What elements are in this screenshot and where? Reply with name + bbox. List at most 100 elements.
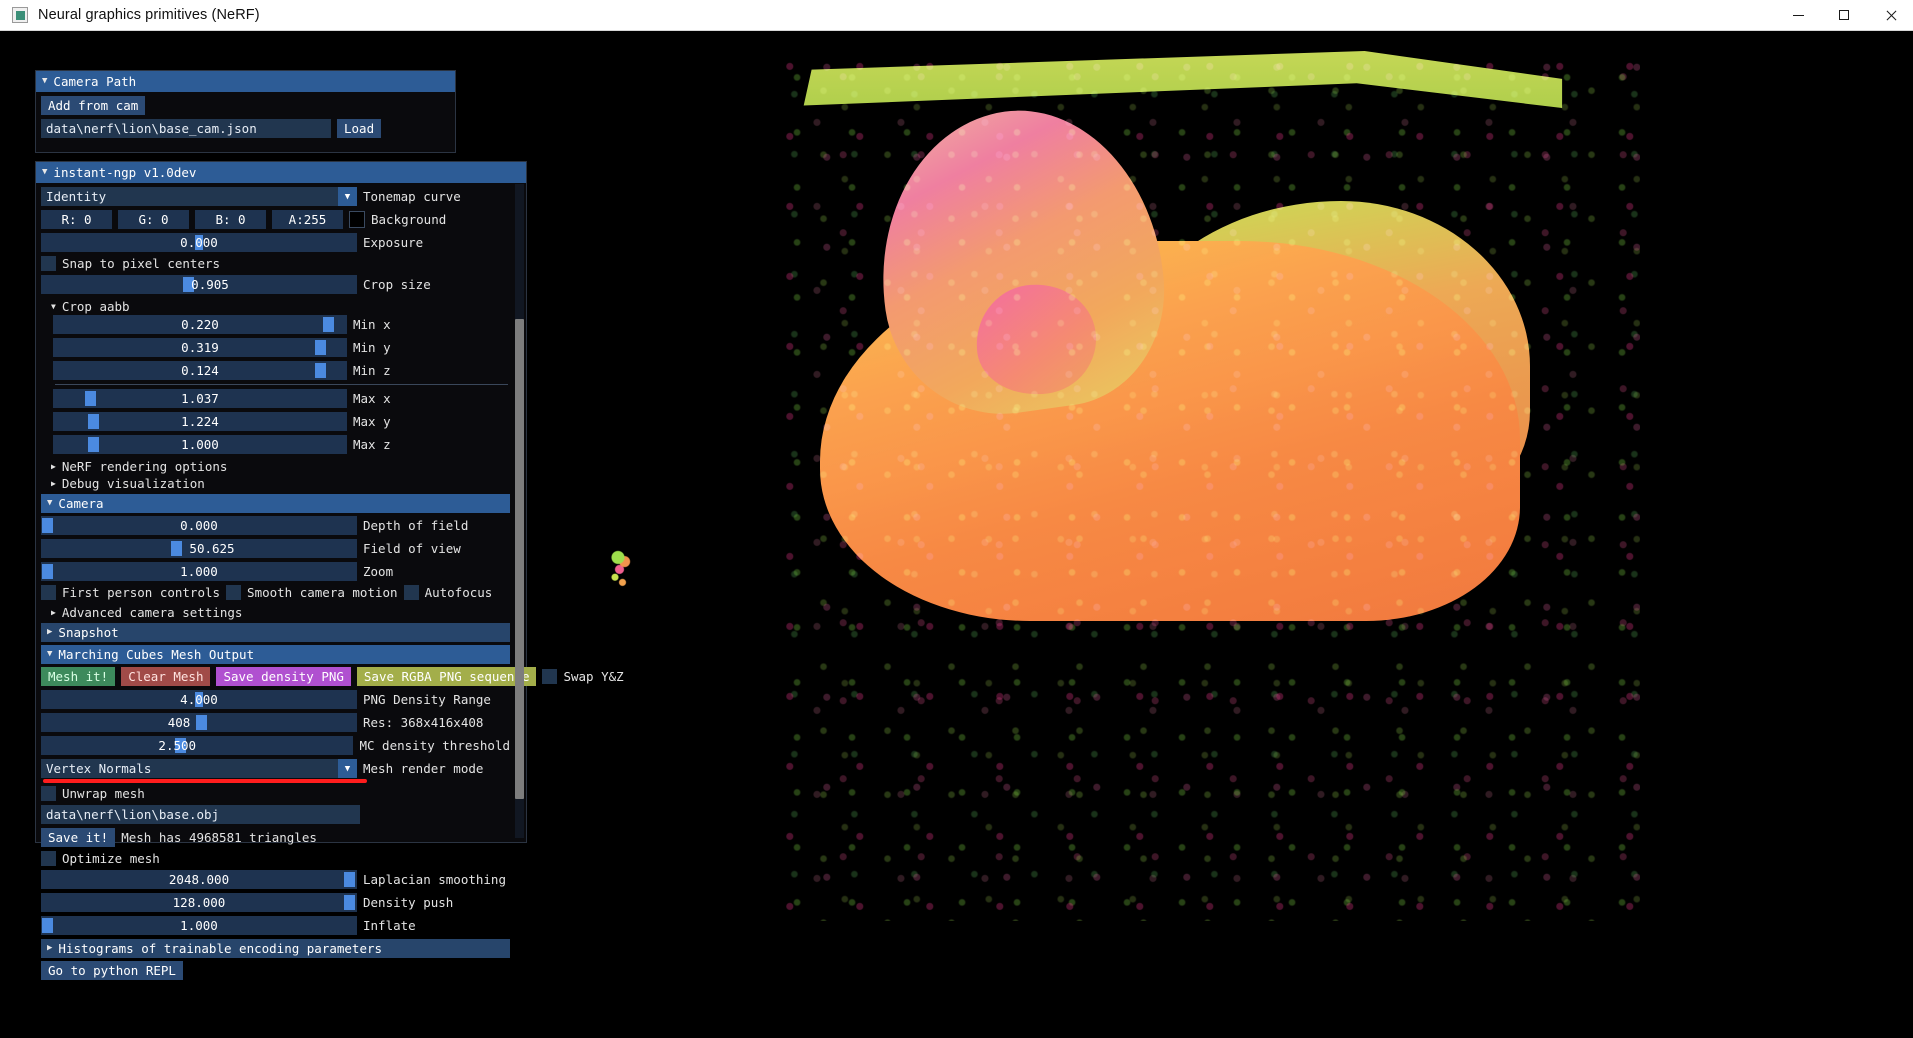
smooth-camera-motion-label: Smooth camera motion — [247, 585, 398, 600]
inflate-slider[interactable]: 1.000 — [41, 916, 357, 935]
snapshot-section-title: Snapshot — [58, 625, 119, 640]
first-person-controls-label: First person controls — [62, 585, 221, 600]
exposure-slider[interactable]: 0.000 — [41, 233, 357, 252]
chevron-down-icon[interactable]: ▼ — [338, 759, 357, 778]
camera-section-header[interactable]: ▼ Camera — [41, 494, 510, 513]
background-a-field[interactable]: A:255 — [272, 210, 343, 229]
optimize-mesh-row[interactable]: Optimize mesh — [41, 851, 510, 866]
go-to-python-repl-button[interactable]: Go to python REPL — [41, 961, 183, 980]
crop-aabb-min-z-slider[interactable]: 0.124 — [53, 361, 347, 380]
instant-ngp-panel[interactable]: ▼ instant-ngp v1.0dev Identity ▼ Tonemap… — [35, 161, 624, 980]
slider-grab[interactable] — [170, 541, 182, 556]
snap-to-pixel-centers-label: Snap to pixel centers — [62, 256, 221, 271]
crop-aabb-max-x-slider[interactable]: 1.037 — [53, 389, 347, 408]
mesh-preview-thumbnail — [606, 546, 636, 598]
background-color-swatch[interactable] — [349, 211, 365, 228]
panel-scrollbar[interactable] — [515, 184, 524, 838]
density-push-row: 128.000 Density push — [41, 893, 510, 912]
slider-grab[interactable] — [195, 715, 207, 730]
crop-aabb-max-z-slider[interactable]: 1.000 — [53, 435, 347, 454]
save-density-png-button[interactable]: Save density PNG — [216, 667, 351, 686]
camera-path-header[interactable]: ▼ Camera Path — [36, 71, 455, 92]
field-of-view-slider[interactable]: 50.625 — [41, 539, 357, 558]
background-row: R: 0 G: 0 B: 0 A:255 Background — [41, 210, 510, 229]
minimize-button[interactable] — [1775, 0, 1821, 31]
png-density-range-slider[interactable]: 4.000 — [41, 690, 357, 709]
instant-ngp-header[interactable]: ▼ instant-ngp v1.0dev — [36, 162, 526, 183]
optimize-mesh-checkbox[interactable] — [41, 851, 56, 866]
histograms-section-header[interactable]: ▶ Histograms of trainable encoding param… — [41, 939, 510, 958]
slider-grab[interactable] — [344, 872, 356, 887]
slider-grab[interactable] — [314, 340, 326, 355]
slider-grab[interactable] — [323, 317, 335, 332]
background-r-field[interactable]: R: 0 — [41, 210, 112, 229]
mesh-it-button[interactable]: Mesh it! — [41, 667, 116, 686]
add-from-cam-button[interactable]: Add from cam — [41, 96, 146, 115]
crop-size-slider[interactable]: 0.905 — [41, 275, 357, 294]
resolution-slider[interactable]: 408 — [41, 713, 357, 732]
close-button[interactable] — [1867, 0, 1913, 31]
zoom-slider[interactable]: 1.000 — [41, 562, 357, 581]
crop-aabb-tree[interactable]: ▼ Crop aabb — [41, 298, 510, 315]
slider-grab[interactable] — [42, 564, 53, 579]
crop-aabb-min-y-value: 0.319 — [181, 340, 219, 355]
slider-grab[interactable] — [344, 895, 356, 910]
first-person-controls-checkbox[interactable] — [41, 585, 56, 600]
render-viewport[interactable]: ▼ Camera Path Add from cam data\nerf\lio… — [0, 31, 1913, 1038]
snap-to-pixel-centers-row[interactable]: Snap to pixel centers — [41, 256, 510, 271]
slider-grab[interactable] — [85, 391, 97, 406]
app-icon — [12, 7, 28, 23]
slider-grab[interactable] — [88, 437, 100, 452]
save-it-button[interactable]: Save it! — [41, 828, 116, 847]
unwrap-mesh-checkbox[interactable] — [41, 786, 56, 801]
swap-yz-checkbox[interactable] — [542, 669, 558, 684]
crop-aabb-label: Crop aabb — [61, 299, 130, 314]
autofocus-checkbox[interactable] — [403, 585, 419, 600]
slider-grab[interactable] — [314, 363, 326, 378]
zoom-label: Zoom — [363, 564, 394, 579]
snapshot-section-header[interactable]: ▶ Snapshot — [41, 623, 510, 642]
crop-aabb-max-z-label: Max z — [353, 437, 391, 452]
crop-aabb-min-y-label: Min y — [353, 340, 391, 355]
obj-path-input[interactable]: data\nerf\lion\base.obj — [41, 805, 360, 824]
load-button[interactable]: Load — [337, 119, 382, 138]
clear-mesh-button[interactable]: Clear Mesh — [121, 667, 211, 686]
mesh-render-mode-select[interactable]: Vertex Normals ▼ — [41, 759, 357, 778]
snap-to-pixel-centers-checkbox[interactable] — [41, 256, 56, 271]
save-rgba-png-sequence-button[interactable]: Save RGBA PNG sequence — [356, 667, 537, 686]
field-of-view-label: Field of view — [363, 541, 461, 556]
crop-aabb-min-x-slider[interactable]: 0.220 — [53, 315, 347, 334]
exposure-value: 0.000 — [180, 235, 218, 250]
density-push-slider[interactable]: 128.000 — [41, 893, 357, 912]
laplacian-smoothing-slider[interactable]: 2048.000 — [41, 870, 357, 889]
smooth-camera-motion-checkbox[interactable] — [226, 585, 242, 600]
slider-grab[interactable] — [42, 918, 53, 933]
advanced-camera-settings-tree[interactable]: ▶ Advanced camera settings — [41, 604, 510, 621]
crop-aabb-max-z-value: 1.000 — [181, 437, 219, 452]
background-g-value: G: 0 — [138, 212, 169, 227]
tonemap-curve-select[interactable]: Identity ▼ — [41, 187, 357, 206]
autofocus-label: Autofocus — [424, 585, 493, 600]
slider-grab[interactable] — [42, 518, 53, 533]
maximize-button[interactable] — [1821, 0, 1867, 31]
marching-cubes-section-header[interactable]: ▼ Marching Cubes Mesh Output — [41, 645, 510, 664]
background-b-field[interactable]: B: 0 — [195, 210, 266, 229]
camera-path-file-row: data\nerf\lion\base_cam.json Load — [41, 119, 450, 138]
chevron-down-icon: ▼ — [51, 302, 56, 311]
density-push-label: Density push — [363, 895, 454, 910]
debug-visualization-tree[interactable]: ▶ Debug visualization — [41, 475, 510, 492]
background-g-field[interactable]: G: 0 — [118, 210, 189, 229]
nerf-rendering-options-tree[interactable]: ▶ NeRF rendering options — [41, 458, 510, 475]
slider-grab[interactable] — [88, 414, 100, 429]
crop-aabb-min-y-slider[interactable]: 0.319 — [53, 338, 347, 357]
crop-aabb-max-y-slider[interactable]: 1.224 — [53, 412, 347, 431]
crop-aabb-min-x-label: Min x — [353, 317, 391, 332]
depth-of-field-slider[interactable]: 0.000 — [41, 516, 357, 535]
mc-density-threshold-slider[interactable]: 2.500 — [41, 736, 354, 755]
camera-path-panel[interactable]: ▼ Camera Path Add from cam data\nerf\lio… — [35, 70, 456, 153]
panel-scrollbar-thumb[interactable] — [515, 319, 524, 799]
chevron-down-icon[interactable]: ▼ — [338, 187, 357, 206]
mc-density-threshold-value: 2.500 — [158, 738, 197, 753]
unwrap-mesh-row[interactable]: Unwrap mesh — [41, 786, 510, 801]
camera-path-input[interactable]: data\nerf\lion\base_cam.json — [41, 119, 331, 138]
